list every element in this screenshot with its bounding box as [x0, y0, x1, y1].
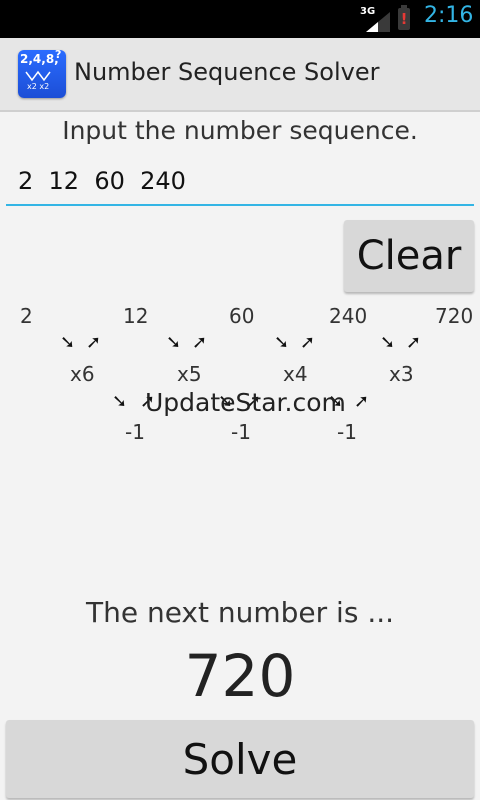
arrow-up-icon: ➚: [192, 332, 208, 353]
difference-label: -1: [231, 420, 251, 444]
term: 12: [123, 304, 149, 328]
clear-button[interactable]: Clear: [344, 220, 474, 292]
arrow-down-icon: ➘: [274, 332, 290, 353]
app-title: Number Sequence Solver: [74, 58, 380, 86]
result-value: 720: [184, 642, 296, 710]
term: 720: [435, 304, 474, 328]
arrow-up-icon: ➚: [354, 391, 370, 412]
arrow-down-icon: ➘: [166, 332, 182, 353]
watermark: UpdateStar.com: [145, 388, 346, 417]
zigzag-icon: [25, 70, 51, 82]
arrow-up-icon: ➚: [406, 332, 422, 353]
action-bar: 2,4,8, ? x2 x2 Number Sequence Solver: [0, 38, 480, 112]
arrow-up-icon: ➚: [300, 332, 316, 353]
result-label: The next number is ...: [85, 596, 395, 629]
battery-icon: !: [398, 5, 410, 30]
arrow-down-icon: ➘: [380, 332, 396, 353]
difference-label: -1: [337, 420, 357, 444]
sequence-input[interactable]: [6, 158, 474, 206]
signal-icon: [366, 12, 390, 32]
arrow-up-icon: ➚: [86, 332, 102, 353]
ratio-label: x4: [283, 362, 308, 386]
solve-button[interactable]: Solve: [6, 720, 474, 798]
prompt-text: Input the number sequence.: [62, 116, 418, 145]
term: 240: [329, 304, 368, 328]
difference-label: -1: [125, 420, 145, 444]
ratio-label: x3: [389, 362, 414, 386]
arrow-down-icon: ➘: [112, 391, 128, 412]
app-icon[interactable]: 2,4,8, ? x2 x2: [18, 48, 66, 98]
term: 60: [229, 304, 255, 328]
sequence-diagram: 2 12 60 240 720 ➘ ➚ ➘ ➚ ➘ ➚ ➘ ➚ x6 x5 x4…: [0, 296, 480, 456]
arrow-down-icon: ➘: [60, 332, 76, 353]
term: 2: [20, 304, 33, 328]
ratio-label: x5: [177, 362, 202, 386]
status-bar: 3G ! 2:16: [0, 0, 480, 38]
clock: 2:16: [424, 3, 474, 28]
ratio-label: x6: [70, 362, 95, 386]
